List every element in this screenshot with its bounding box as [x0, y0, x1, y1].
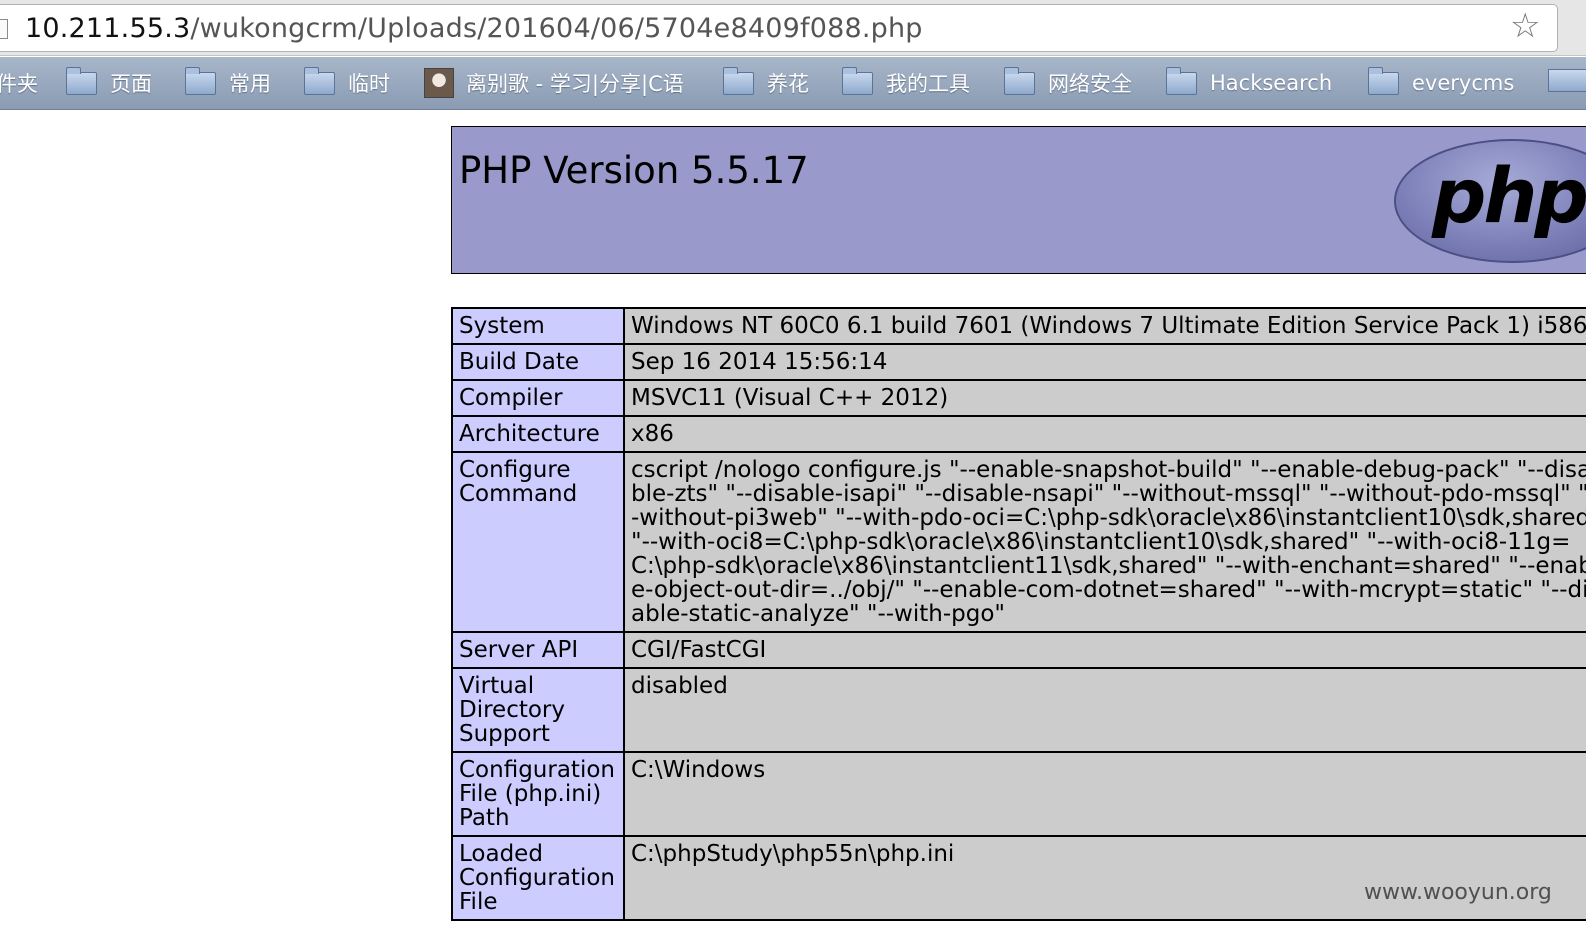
row-value: cscript /nologo configure.js "--enable-s…	[623, 451, 1586, 633]
page-icon	[0, 19, 8, 39]
bookmark-label: everycms	[1412, 71, 1515, 95]
bookmark-label: 离别歌 - 学习|分享|C语	[466, 72, 684, 96]
bookmark-item[interactable]: 页面	[66, 57, 152, 109]
bookmark-label: 临时	[348, 72, 390, 96]
row-value: disabled	[623, 667, 1586, 753]
folder-icon	[66, 66, 97, 95]
bookmark-item[interactable]: 我的工具	[842, 57, 970, 109]
bookmark-label: 件夹	[0, 72, 38, 96]
url-host: 10.211.55.3	[25, 13, 191, 44]
bookmark-item[interactable]: 常用	[185, 57, 271, 109]
row-key: Virtual Directory Support	[451, 667, 625, 753]
table-row: Server API CGI/FastCGI	[451, 631, 1586, 669]
bookmark-item[interactable]: 离别歌 - 学习|分享|C语	[424, 57, 696, 109]
bookmark-item[interactable]: 网络安全	[1004, 57, 1132, 109]
address-bar-container: 10.211.55.3/wukongcrm/Uploads/201604/06/…	[0, 0, 1586, 56]
row-key: System	[451, 307, 625, 345]
bookmark-item[interactable]: 养花	[723, 57, 809, 109]
watermark: www.wooyun.org	[1364, 880, 1552, 905]
bookmark-label: 我的工具	[886, 72, 970, 96]
php-logo-text: php	[1432, 151, 1586, 240]
table-row: System Windows NT 60C0 6.1 build 7601 (Wi…	[451, 307, 1586, 345]
row-value: MSVC11 (Visual C++ 2012)	[623, 379, 1586, 417]
folder-icon	[1004, 66, 1035, 95]
row-value: C:\phpStudy\php55n\php.ini	[623, 835, 1586, 921]
bookmark-item[interactable]: Hacksearch	[1166, 57, 1332, 109]
folder-icon	[1368, 66, 1399, 95]
bookmark-label: Hacksearch	[1210, 71, 1333, 95]
table-row: Configure Command cscript /nologo configu…	[451, 451, 1586, 633]
bookmark-label: 养花	[767, 72, 809, 96]
row-key: Loaded Configuration File	[451, 835, 625, 921]
row-key: Configuration File (php.ini) Path	[451, 751, 625, 837]
row-value: CGI/FastCGI	[623, 631, 1586, 669]
folder-icon	[304, 66, 335, 95]
bookmark-item[interactable]: 临时	[304, 57, 390, 109]
bookmark-item[interactable]: 件夹	[0, 57, 38, 109]
row-key: Build Date	[451, 343, 625, 381]
folder-icon	[723, 66, 754, 95]
row-value: Windows NT 60C0 6.1 build 7601 (Windows …	[623, 307, 1586, 345]
star-icon[interactable]: ☆	[1510, 6, 1540, 46]
table-row: Architecture x86	[451, 415, 1586, 453]
address-bar[interactable]: 10.211.55.3/wukongcrm/Uploads/201604/06/…	[0, 4, 1558, 52]
phpinfo-table: System Windows NT 60C0 6.1 build 7601 (Wi…	[451, 307, 1586, 921]
folder-icon	[842, 66, 873, 95]
folder-icon	[185, 66, 216, 95]
table-row: Loaded Configuration File C:\phpStudy\php…	[451, 835, 1586, 921]
bookmark-label: 网络安全	[1048, 72, 1132, 96]
bookmarks-bar: 件夹 页面 常用 临时 离别歌 - 学习|分享|C语 养花 我的工具 网络安全 …	[0, 57, 1586, 110]
bookmark-label: 常用	[229, 72, 271, 96]
bookmark-item[interactable]: everycms	[1368, 57, 1514, 109]
row-value: x86	[623, 415, 1586, 453]
row-key: Architecture	[451, 415, 625, 453]
folder-icon[interactable]	[1548, 69, 1586, 92]
row-key: Server API	[451, 631, 625, 669]
folder-icon	[1166, 66, 1197, 95]
row-value: Sep 16 2014 15:56:14	[623, 343, 1586, 381]
table-row: Compiler MSVC11 (Visual C++ 2012)	[451, 379, 1586, 417]
page-title: PHP Version 5.5.17	[459, 149, 809, 192]
row-value: C:\Windows	[623, 751, 1586, 837]
table-row: Configuration File (php.ini) Path C:\Wind…	[451, 751, 1586, 837]
table-row: Build Date Sep 16 2014 15:56:14	[451, 343, 1586, 381]
row-key: Compiler	[451, 379, 625, 417]
table-row: Virtual Directory Support disabled	[451, 667, 1586, 753]
url-text[interactable]: 10.211.55.3/wukongcrm/Uploads/201604/06/…	[25, 14, 923, 44]
url-path: /wukongcrm/Uploads/201604/06/5704e8409f0…	[190, 13, 923, 44]
row-key: Configure Command	[451, 451, 625, 633]
bookmark-label: 页面	[110, 72, 152, 96]
site-favicon	[424, 68, 454, 98]
php-logo[interactable]: php	[1394, 139, 1586, 263]
php-version-header: PHP Version 5.5.17 php	[451, 126, 1586, 274]
